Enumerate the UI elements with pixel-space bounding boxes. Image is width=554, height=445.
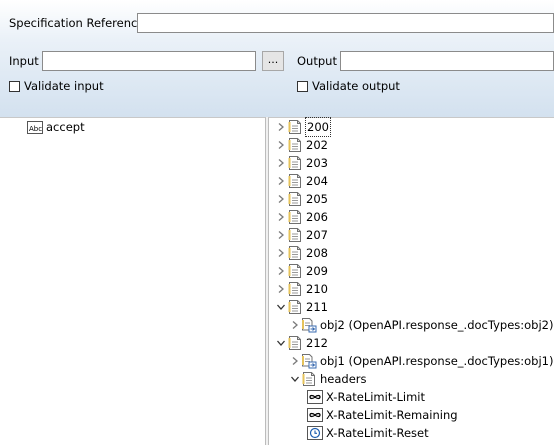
tree-item-label: 207 [306,228,328,242]
document-icon [287,245,303,261]
tree-item-label: accept [46,120,85,134]
output-label: Output [297,54,337,68]
chevron-right-icon[interactable] [289,316,301,334]
chevron-right-icon[interactable] [275,244,287,262]
validate-output-checkbox[interactable]: Validate output [297,79,400,93]
tree-item-label: headers [320,372,367,386]
tree-item-label: 204 [306,174,328,188]
tree-item-label: 211 [306,300,328,314]
document-icon [287,299,303,315]
chevron-right-icon[interactable] [275,280,287,298]
tree-item-label: 205 [306,192,328,206]
output-field[interactable] [340,51,554,71]
chevron-right-icon[interactable] [275,118,287,136]
tree-item-label: 203 [306,156,328,170]
chevron-down-icon[interactable] [275,298,287,316]
chevron-right-icon[interactable] [275,226,287,244]
tree-item-label: 212 [306,336,328,350]
chevron-down-icon[interactable] [275,334,287,352]
tree-item-accept[interactable]: Abc accept [27,118,85,136]
tree-item[interactable]: 210 [275,280,328,298]
tree-item[interactable]: X-RateLimit-Limit [307,388,425,406]
chevron-right-icon[interactable] [275,172,287,190]
tree-item[interactable]: obj1 (OpenAPI.response_.docTypes:obj1) [289,352,553,370]
input-field[interactable] [42,51,256,71]
tree-item-label: 209 [306,264,328,278]
input-label: Input [9,54,39,68]
chevron-right-icon[interactable] [275,136,287,154]
chevron-down-icon[interactable] [289,370,301,388]
document-icon [287,119,303,135]
tree-item[interactable]: X-RateLimit-Reset [307,424,429,442]
tree-item-label: 200 [305,117,331,137]
document-icon [287,263,303,279]
browse-button[interactable]: ... [262,51,284,71]
tree-item[interactable]: 208 [275,244,328,262]
tree-item-label: 202 [306,138,328,152]
validate-input-label: Validate input [24,79,104,93]
checkbox-box[interactable] [297,80,308,92]
tree-item[interactable]: 200 [275,117,331,137]
tree-item[interactable]: 203 [275,154,328,172]
tree-item[interactable]: 212 [275,334,328,352]
spec-ref-input[interactable] [138,14,553,32]
document-icon [287,137,303,153]
tree-item-label: 210 [306,282,328,296]
infinity-icon [307,407,323,423]
infinity-icon [307,389,323,405]
chevron-right-icon[interactable] [275,190,287,208]
tree-item[interactable]: X-RateLimit-Remaining [307,406,458,424]
chevron-right-icon[interactable] [275,154,287,172]
tree-item-label: obj1 (OpenAPI.response_.docTypes:obj1) [320,354,554,368]
document-icon [301,371,317,387]
tree-item[interactable]: 209 [275,262,328,280]
checkbox-box[interactable] [9,80,20,92]
input-text[interactable] [43,52,255,70]
document-icon [287,209,303,225]
input-tree-pane[interactable] [0,117,266,445]
doctype-ref-icon [301,317,317,333]
tree-item-label: X-RateLimit-Remaining [326,408,458,422]
text-type-icon: Abc [27,119,43,135]
document-icon [287,173,303,189]
spec-ref-label: Specification Reference [9,16,145,30]
spec-ref-field[interactable] [137,13,554,33]
validate-input-checkbox[interactable]: Validate input [9,79,104,93]
tree-item[interactable]: 206 [275,208,328,226]
doctype-ref-icon [301,353,317,369]
chevron-right-icon[interactable] [275,208,287,226]
document-icon [287,335,303,351]
clock-icon [307,425,323,441]
tree-item[interactable]: headers [289,370,367,388]
tree-item-label: X-RateLimit-Reset [326,426,429,440]
tree-item[interactable]: 207 [275,226,328,244]
tree-item[interactable]: 202 [275,136,328,154]
chevron-right-icon[interactable] [289,352,301,370]
svg-text:Abc: Abc [29,125,42,133]
tree-item-label: obj2 (OpenAPI.response_.docTypes:obj2) [320,318,554,332]
chevron-right-icon[interactable] [275,262,287,280]
document-icon [287,281,303,297]
tree-item[interactable]: 211 [275,298,328,316]
tree-item[interactable]: 204 [275,172,328,190]
output-text[interactable] [341,52,553,70]
tree-item-label: 206 [306,210,328,224]
tree-item[interactable]: 205 [275,190,328,208]
tree-item-label: X-RateLimit-Limit [326,390,425,404]
tree-item-label: 208 [306,246,328,260]
document-icon [287,155,303,171]
document-icon [287,227,303,243]
tree-item[interactable]: obj2 (OpenAPI.response_.docTypes:obj2) [289,316,553,334]
validate-output-label: Validate output [312,79,400,93]
document-icon [287,191,303,207]
